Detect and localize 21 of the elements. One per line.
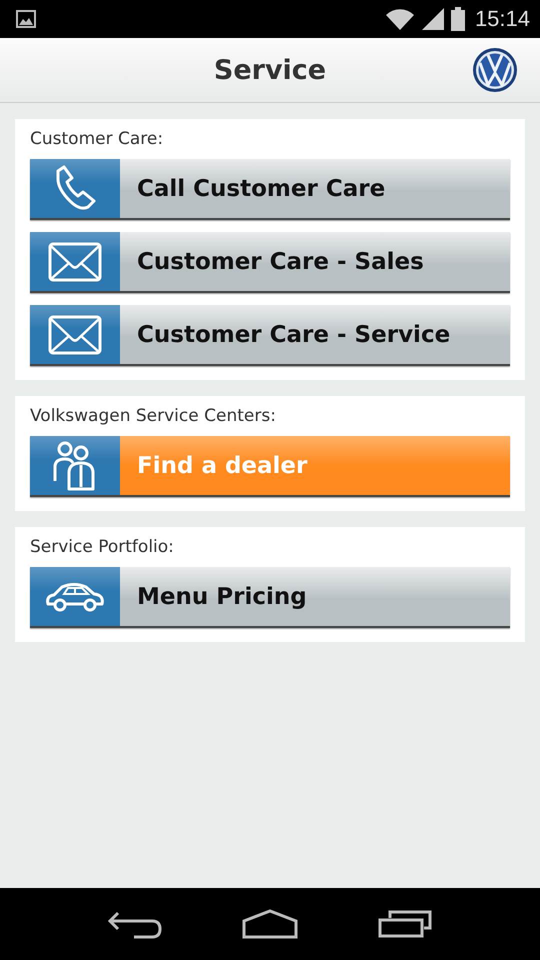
- envelope-icon: [48, 314, 102, 354]
- home-icon[interactable]: [242, 909, 298, 939]
- section-label: Volkswagen Service Centers:: [30, 406, 277, 426]
- image-notification-icon: [16, 10, 36, 28]
- signal-icon: [420, 7, 445, 31]
- menu-button[interactable]: Customer Care - Sales: [30, 232, 510, 293]
- menu-button[interactable]: Customer Care - Service: [30, 305, 510, 366]
- wifi-icon: [384, 7, 415, 31]
- envelope-icon: [48, 242, 102, 282]
- emblem-icon: [472, 47, 518, 93]
- status-time: 15:14: [474, 6, 530, 32]
- back-icon[interactable]: [108, 909, 162, 939]
- section-label: Customer Care:: [30, 129, 164, 149]
- recent-apps-icon[interactable]: [378, 910, 432, 938]
- people-icon: [53, 440, 97, 490]
- menu-button[interactable]: Call Customer Care: [30, 159, 510, 220]
- battery-icon: [450, 7, 465, 31]
- page-title: Service: [214, 54, 326, 86]
- menu-button[interactable]: Menu Pricing: [30, 567, 510, 628]
- section-label: Service Portfolio:: [30, 537, 175, 557]
- car-icon: [44, 582, 106, 612]
